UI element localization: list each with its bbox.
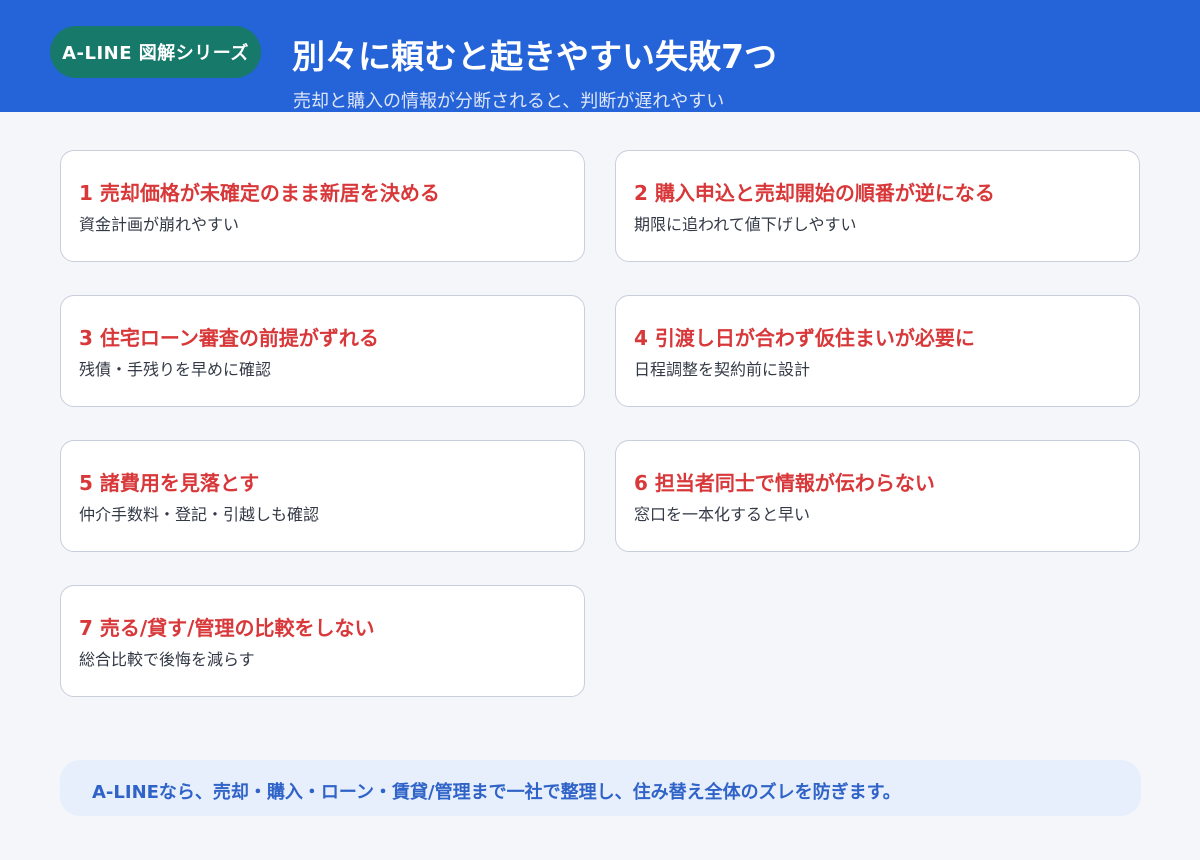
card-title: 3 住宅ローン審査の前提がずれる [79, 326, 379, 350]
failure-card-4: 4 引渡し日が合わず仮住まいが必要に 日程調整を契約前に設計 [615, 295, 1140, 407]
card-description: 期限に追われて値下げしやすい [634, 215, 857, 234]
card-description: 資金計画が崩れやすい [79, 215, 240, 234]
card-description: 日程調整を契約前に設計 [634, 360, 811, 379]
card-title: 2 購入申込と売却開始の順番が逆になる [634, 181, 995, 205]
header-banner: A-LINE 図解シリーズ 別々に頼むと起きやすい失敗7つ 売却と購入の情報が分… [0, 0, 1200, 112]
failure-card-7: 7 売る/貸す/管理の比較をしない 総合比較で後悔を減らす [60, 585, 585, 697]
failure-card-3: 3 住宅ローン審査の前提がずれる 残債・手残りを早めに確認 [60, 295, 585, 407]
series-badge: A-LINE 図解シリーズ [50, 26, 261, 78]
failure-card-6: 6 担当者同士で情報が伝わらない 窓口を一本化すると早い [615, 440, 1140, 552]
card-title: 1 売却価格が未確定のまま新居を決める [79, 181, 440, 205]
card-title: 4 引渡し日が合わず仮住まいが必要に [634, 326, 975, 350]
card-title: 5 諸費用を見落とす [79, 471, 260, 495]
card-title: 7 売る/貸す/管理の比較をしない [79, 616, 375, 640]
page-subtitle: 売却と購入の情報が分断されると、判断が遅れやすい [293, 91, 725, 112]
card-title: 6 担当者同士で情報が伝わらない [634, 471, 935, 495]
footer-message: A-LINEなら、売却・購入・ローン・賃貸/管理まで一社で整理し、住み替え全体の… [92, 782, 901, 803]
card-description: 残債・手残りを早めに確認 [79, 360, 272, 379]
card-description: 窓口を一本化すると早い [634, 505, 811, 524]
failure-card-5: 5 諸費用を見落とす 仲介手数料・登記・引越しも確認 [60, 440, 585, 552]
card-description: 仲介手数料・登記・引越しも確認 [79, 505, 320, 524]
card-description: 総合比較で後悔を減らす [79, 650, 255, 669]
page-title: 別々に頼むと起きやすい失敗7つ [292, 37, 777, 76]
failure-card-1: 1 売却価格が未確定のまま新居を決める 資金計画が崩れやすい [60, 150, 585, 262]
failure-card-2: 2 購入申込と売却開始の順番が逆になる 期限に追われて値下げしやすい [615, 150, 1140, 262]
footer-callout: A-LINEなら、売却・購入・ローン・賃貸/管理まで一社で整理し、住み替え全体の… [60, 760, 1141, 816]
